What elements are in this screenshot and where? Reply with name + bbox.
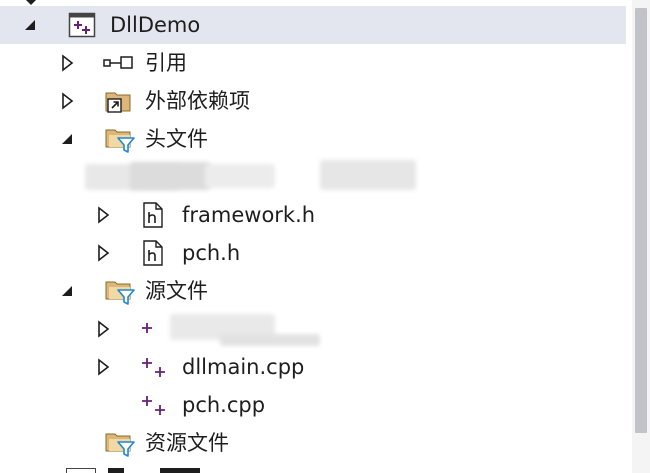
tree-row-external-dependencies[interactable]: 外部依赖项 <box>0 82 626 120</box>
filter-folder-icon <box>104 272 136 310</box>
tree-row-pch-h[interactable]: pch.h <box>0 234 626 272</box>
framework-h-label: framework.h <box>182 203 316 227</box>
tree-row-dllmain-cpp[interactable]: dllmain.cpp <box>0 348 626 386</box>
external-folder-icon <box>104 82 134 120</box>
references-label: 引用 <box>145 51 187 75</box>
solution-explorer-tree: DllDemo 引用 外部依赖项 头文件 framework.h pch.h 源… <box>0 0 626 473</box>
source-files-label: 源文件 <box>145 279 208 303</box>
expand-arrow-icon[interactable] <box>94 234 112 272</box>
expand-arrow-icon[interactable] <box>94 348 112 386</box>
pch-cpp-label: pch.cpp <box>182 393 266 417</box>
pch-h-label: pch.h <box>182 241 241 265</box>
expand-arrow-icon[interactable] <box>58 82 76 120</box>
collapse-arrow-icon[interactable] <box>58 120 76 158</box>
filter-folder-icon <box>104 424 136 462</box>
expand-arrow-icon[interactable] <box>58 44 76 82</box>
cpp-project-icon <box>68 6 96 44</box>
cpp-file-icon <box>140 386 170 424</box>
tree-row-pch-cpp[interactable]: pch.cpp <box>0 386 626 424</box>
dllmain-cpp-label: dllmain.cpp <box>182 355 305 379</box>
header-file-icon <box>141 234 165 272</box>
filter-folder-icon <box>104 120 136 158</box>
tree-row-resource-files[interactable]: 资源文件 <box>0 424 626 462</box>
redacted-row-header <box>0 158 626 196</box>
expand-arrow-icon[interactable] <box>94 196 112 234</box>
project-name: DllDemo <box>110 13 201 37</box>
references-icon <box>103 44 135 82</box>
tree-row-source-files[interactable]: 源文件 <box>0 272 626 310</box>
redacted-filename-shadow <box>220 334 320 346</box>
cpp-file-icon <box>140 348 170 386</box>
tree-row-framework-h[interactable]: framework.h <box>0 196 626 234</box>
collapse-arrow-icon[interactable] <box>21 6 39 44</box>
tree-row-project[interactable]: DllDemo <box>0 6 626 44</box>
header-files-label: 头文件 <box>145 127 208 151</box>
scrollbar-thumb[interactable] <box>635 8 647 433</box>
collapse-arrow-icon[interactable] <box>58 272 76 310</box>
partial-row-bottom <box>0 462 626 473</box>
vertical-scrollbar[interactable] <box>632 0 650 473</box>
cpp-file-icon <box>140 310 170 348</box>
tree-row-header-files[interactable]: 头文件 <box>0 120 626 158</box>
resource-files-label: 资源文件 <box>145 431 229 455</box>
external-dependencies-label: 外部依赖项 <box>145 89 250 113</box>
expand-arrow-icon[interactable] <box>94 310 112 348</box>
tree-row-references[interactable]: 引用 <box>0 44 626 82</box>
redacted-row-source[interactable] <box>0 310 626 348</box>
header-file-icon <box>141 196 165 234</box>
